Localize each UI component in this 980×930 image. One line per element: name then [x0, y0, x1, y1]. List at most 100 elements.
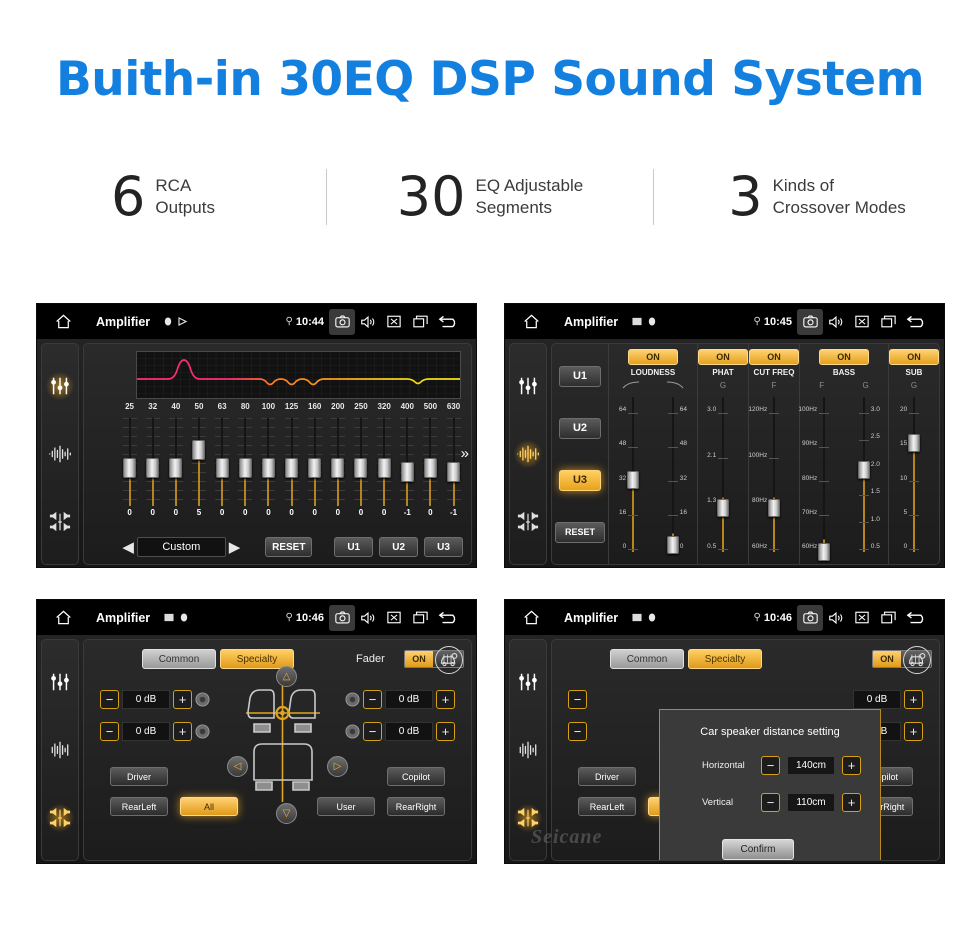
increment-button[interactable]: + — [842, 793, 861, 812]
volume-icon[interactable] — [355, 605, 381, 631]
sidebar-item-waveform[interactable] — [45, 735, 75, 765]
home-icon[interactable] — [516, 314, 546, 329]
increment-button[interactable]: + — [842, 756, 861, 775]
preset-u2-button[interactable]: U2 — [379, 537, 419, 557]
volume-icon[interactable] — [823, 605, 849, 631]
eq-band-slider[interactable] — [419, 418, 442, 506]
eq-band-slider[interactable] — [373, 418, 396, 506]
move-up-button[interactable]: △ — [276, 666, 297, 687]
power-toggle[interactable]: ON — [749, 349, 799, 365]
eq-band-slider[interactable] — [187, 418, 210, 506]
home-icon[interactable] — [48, 314, 78, 329]
increment-button[interactable]: + — [436, 690, 455, 709]
eq-band-slider[interactable] — [257, 418, 280, 506]
slider-knob[interactable] — [423, 458, 437, 479]
slider-knob[interactable] — [858, 461, 870, 480]
power-toggle[interactable]: ON — [819, 349, 869, 365]
slider-knob[interactable] — [169, 458, 183, 479]
slider-knob[interactable] — [768, 498, 780, 517]
eq-band-slider[interactable] — [303, 418, 326, 506]
sidebar-item-equalizer[interactable] — [513, 667, 543, 697]
slider-knob[interactable] — [717, 498, 729, 517]
decrement-button[interactable]: − — [363, 722, 382, 741]
preset-u1-button[interactable]: U1 — [334, 537, 374, 557]
slider-knob[interactable] — [123, 458, 137, 479]
position-rearleft-button[interactable]: RearLeft — [110, 797, 168, 816]
reset-button[interactable]: RESET — [265, 537, 313, 557]
slider-knob[interactable] — [261, 458, 275, 479]
sidebar-item-balance[interactable] — [45, 507, 75, 537]
move-right-button[interactable]: ▷ — [327, 756, 348, 777]
more-bands-icon[interactable]: » — [461, 445, 469, 462]
eq-band-slider[interactable] — [234, 418, 257, 506]
power-toggle[interactable]: ON — [889, 349, 939, 365]
crossover-slider[interactable]: 20 15 10 5 0 — [894, 393, 934, 556]
reset-button[interactable]: RESET — [555, 521, 605, 543]
sidebar-item-waveform[interactable] — [513, 735, 543, 765]
crossover-slider[interactable]: 64 48 32 16 0 — [613, 393, 653, 556]
power-toggle[interactable]: ON — [698, 349, 748, 365]
car-settings-icon[interactable] — [903, 646, 931, 674]
preset-u1-button[interactable]: U1 — [559, 365, 601, 387]
crossover-slider[interactable]: 100Hz 90Hz 80Hz 70Hz 60Hz — [798, 393, 844, 561]
camera-icon[interactable] — [329, 604, 355, 631]
sidebar-item-equalizer[interactable] — [513, 371, 543, 401]
recents-icon[interactable] — [407, 309, 433, 335]
slider-knob[interactable] — [285, 458, 299, 479]
eq-band-slider[interactable] — [280, 418, 303, 506]
position-all-button[interactable]: All — [180, 797, 238, 816]
power-toggle[interactable]: ON — [628, 349, 678, 365]
back-icon[interactable] — [901, 309, 933, 335]
back-icon[interactable] — [433, 605, 465, 631]
slider-knob[interactable] — [354, 458, 368, 479]
increment-button[interactable]: + — [904, 690, 923, 709]
car-settings-icon[interactable] — [435, 646, 463, 674]
slider-knob[interactable] — [377, 458, 391, 479]
preset-next-button[interactable]: ▶ — [226, 538, 244, 556]
position-driver-button[interactable]: Driver — [110, 767, 168, 786]
eq-band-slider[interactable] — [396, 418, 419, 506]
slider-knob[interactable] — [627, 471, 639, 490]
close-icon[interactable] — [381, 309, 407, 335]
preset-u3-button[interactable]: U3 — [559, 469, 601, 491]
slider-knob[interactable] — [818, 542, 830, 561]
camera-icon[interactable] — [797, 308, 823, 335]
decrement-button[interactable]: − — [761, 756, 780, 775]
camera-icon[interactable] — [329, 308, 355, 335]
increment-button[interactable]: + — [436, 722, 455, 741]
position-rearleft-button[interactable]: RearLeft — [578, 797, 636, 816]
eq-band-slider[interactable] — [442, 418, 465, 506]
recents-icon[interactable] — [875, 309, 901, 335]
preset-u2-button[interactable]: U2 — [559, 417, 601, 439]
home-icon[interactable] — [48, 610, 78, 625]
eq-band-slider[interactable] — [164, 418, 187, 506]
position-copilot-button[interactable]: Copilot — [387, 767, 445, 786]
slider-knob[interactable] — [447, 462, 461, 483]
home-icon[interactable] — [516, 610, 546, 625]
slider-knob[interactable] — [192, 440, 206, 460]
eq-band-slider[interactable] — [326, 418, 349, 506]
position-driver-button[interactable]: Driver — [578, 767, 636, 786]
back-icon[interactable] — [901, 605, 933, 631]
increment-button[interactable]: + — [173, 722, 192, 741]
decrement-button[interactable]: − — [568, 690, 587, 709]
position-rearright-button[interactable]: RearRight — [387, 797, 445, 816]
slider-knob[interactable] — [146, 458, 160, 479]
sidebar-item-balance[interactable] — [513, 507, 543, 537]
camera-icon[interactable] — [797, 604, 823, 631]
increment-button[interactable]: + — [173, 690, 192, 709]
slider-knob[interactable] — [400, 462, 414, 483]
tab-common[interactable]: Common — [610, 649, 684, 669]
tab-specialty[interactable]: Specialty — [688, 649, 762, 669]
move-down-button[interactable]: ▽ — [276, 803, 297, 824]
slider-knob[interactable] — [908, 433, 920, 452]
decrement-button[interactable]: − — [100, 690, 119, 709]
slider-knob[interactable] — [308, 458, 322, 479]
slider-knob[interactable] — [667, 536, 679, 555]
slider-knob[interactable] — [215, 458, 229, 479]
sidebar-item-waveform[interactable] — [45, 439, 75, 469]
sidebar-item-waveform[interactable] — [513, 439, 543, 469]
sidebar-item-equalizer[interactable] — [45, 667, 75, 697]
preset-u3-button[interactable]: U3 — [424, 537, 464, 557]
eq-band-slider[interactable] — [141, 418, 164, 506]
